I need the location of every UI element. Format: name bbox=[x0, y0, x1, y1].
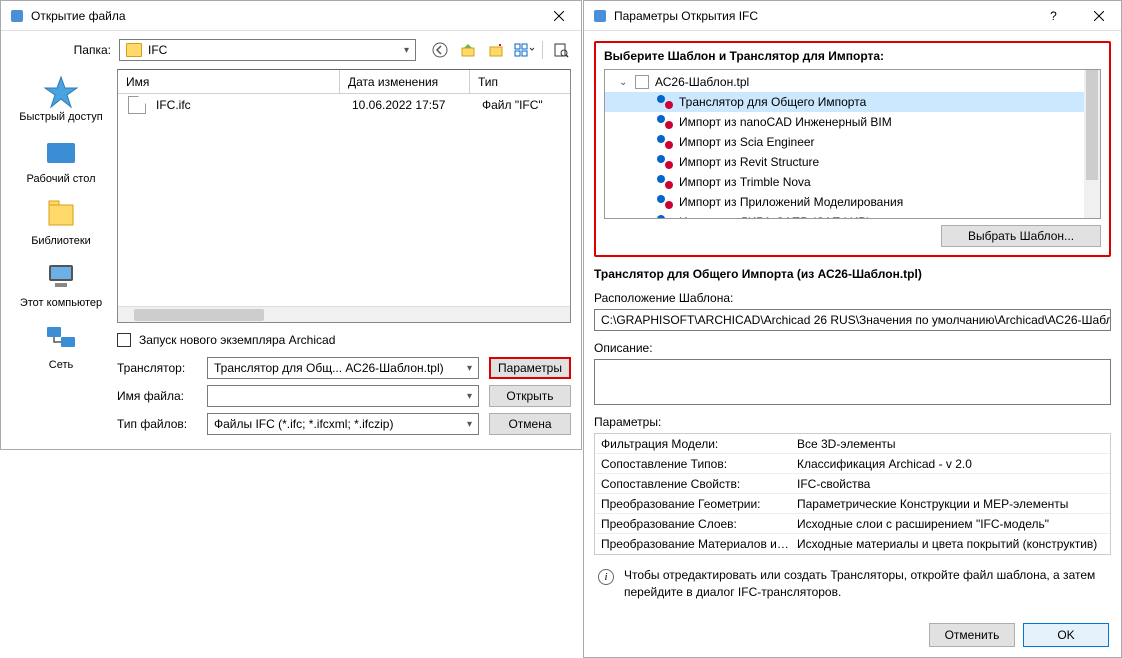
translator-dropdown[interactable]: Транслятор для Общ... АС26-Шаблон.tpl) ▾ bbox=[207, 357, 479, 379]
translator-icon bbox=[657, 115, 673, 129]
filetype-label: Тип файлов: bbox=[117, 417, 207, 431]
file-list-header: Имя Дата изменения Тип bbox=[118, 70, 570, 94]
place-desktop[interactable]: Рабочий стол bbox=[26, 135, 95, 185]
translator-icon bbox=[657, 95, 673, 109]
column-type[interactable]: Тип bbox=[470, 70, 570, 93]
translator-icon bbox=[657, 135, 673, 149]
titlebar: Параметры Открытия IFC ? bbox=[584, 1, 1121, 31]
parameters-button[interactable]: Параметры bbox=[489, 357, 571, 379]
file-open-dialog: Открытие файла Папка: IFC ▾ bbox=[0, 0, 582, 450]
close-icon[interactable] bbox=[536, 1, 581, 31]
template-location-label: Расположение Шаблона: bbox=[594, 291, 1111, 305]
filename-input[interactable]: ▾ bbox=[207, 385, 479, 407]
chevron-down-icon: ▾ bbox=[467, 419, 472, 430]
parameters-table: Фильтрация Модели: Все 3D-элементы Сопос… bbox=[594, 433, 1111, 555]
open-button[interactable]: Открыть bbox=[489, 385, 571, 407]
template-location-field[interactable]: C:\GRAPHISOFT\ARCHICAD\Archicad 26 RUS\З… bbox=[594, 309, 1111, 331]
places-sidebar: Быстрый доступ Рабочий стол Библиотеки Э… bbox=[11, 69, 111, 323]
param-row: Сопоставление Типов: Классификация Archi… bbox=[595, 454, 1110, 474]
param-row: Фильтрация Модели: Все 3D-элементы bbox=[595, 434, 1110, 454]
translator-item[interactable]: Импорт из Scia Engineer bbox=[605, 132, 1084, 152]
template-selector-group: Выберите Шаблон и Транслятор для Импорта… bbox=[594, 41, 1111, 257]
titlebar: Открытие файла bbox=[1, 1, 581, 31]
chevron-down-icon[interactable]: ⌄ bbox=[619, 77, 631, 88]
parameters-label: Параметры: bbox=[594, 415, 1111, 429]
translator-item[interactable]: Импорт из Приложений Моделирования bbox=[605, 192, 1084, 212]
translator-icon bbox=[657, 175, 673, 189]
param-row: Преобразование Слоев: Исходные слои с ра… bbox=[595, 514, 1110, 534]
folder-icon bbox=[126, 43, 142, 57]
info-text: Чтобы отредактировать или создать Трансл… bbox=[624, 567, 1111, 601]
place-quick-access[interactable]: Быстрый доступ bbox=[19, 73, 103, 123]
translator-item[interactable]: Импорт из Trimble Nova bbox=[605, 172, 1084, 192]
translator-label: Транслятор: bbox=[117, 361, 207, 375]
chevron-down-icon: ▾ bbox=[467, 391, 472, 402]
column-date[interactable]: Дата изменения bbox=[340, 70, 470, 93]
up-icon[interactable] bbox=[458, 40, 478, 60]
view-menu-icon[interactable] bbox=[514, 40, 534, 60]
folder-dropdown[interactable]: IFC ▾ bbox=[119, 39, 416, 61]
translator-item[interactable]: Импорт из Revit Structure bbox=[605, 152, 1084, 172]
close-icon[interactable] bbox=[1076, 1, 1121, 31]
column-name[interactable]: Имя bbox=[118, 70, 340, 93]
preview-icon[interactable] bbox=[551, 40, 571, 60]
place-libraries[interactable]: Библиотеки bbox=[31, 197, 91, 247]
back-icon[interactable] bbox=[430, 40, 450, 60]
param-row: Преобразование Материалов и П... Исходны… bbox=[595, 534, 1110, 554]
translator-item[interactable]: Транслятор для Общего Импорта bbox=[605, 92, 1084, 112]
filetype-dropdown[interactable]: Файлы IFC (*.ifc; *.ifcxml; *.ifczip) ▾ bbox=[207, 413, 479, 435]
current-translator-title: Транслятор для Общего Импорта (из АС26-Ш… bbox=[594, 267, 1111, 281]
info-icon: i bbox=[598, 569, 614, 585]
window-title: Открытие файла bbox=[31, 9, 536, 23]
translator-item[interactable]: Импорт из ЛИРА-САПР (САПФИР) bbox=[605, 212, 1084, 218]
new-folder-icon[interactable] bbox=[486, 40, 506, 60]
app-icon bbox=[592, 8, 608, 24]
ok-button[interactable]: OK bbox=[1023, 623, 1109, 647]
new-instance-checkbox[interactable] bbox=[117, 333, 131, 347]
file-row[interactable]: IFC.ifc 10.06.2022 17:57 Файл "IFC" bbox=[118, 94, 570, 116]
chevron-down-icon: ▾ bbox=[404, 45, 409, 56]
chevron-down-icon: ▾ bbox=[467, 363, 472, 374]
param-row: Сопоставление Свойств: IFC-свойства bbox=[595, 474, 1110, 494]
place-computer[interactable]: Этот компьютер bbox=[20, 259, 102, 309]
translator-item[interactable]: Импорт из nanoCAD Инженерный BIM bbox=[605, 112, 1084, 132]
select-template-button[interactable]: Выбрать Шаблон... bbox=[941, 225, 1101, 247]
folder-value: IFC bbox=[148, 43, 167, 57]
app-icon bbox=[9, 8, 25, 24]
place-network[interactable]: Сеть bbox=[41, 321, 81, 371]
translator-icon bbox=[657, 215, 673, 218]
translator-icon bbox=[657, 155, 673, 169]
vertical-scrollbar[interactable] bbox=[1084, 70, 1100, 218]
filename-label: Имя файла: bbox=[117, 389, 207, 403]
template-icon bbox=[635, 75, 649, 89]
file-icon bbox=[128, 96, 146, 114]
description-label: Описание: bbox=[594, 341, 1111, 355]
select-template-title: Выберите Шаблон и Транслятор для Импорта… bbox=[604, 49, 1101, 63]
file-list: Имя Дата изменения Тип IFC.ifc 10.06.202… bbox=[117, 69, 571, 323]
cancel-button[interactable]: Отмена bbox=[489, 413, 571, 435]
translator-tree: ⌄ АС26-Шаблон.tpl Транслятор для Общего … bbox=[604, 69, 1101, 219]
description-field[interactable] bbox=[594, 359, 1111, 405]
folder-label: Папка: bbox=[59, 43, 119, 57]
cancel-button[interactable]: Отменить bbox=[929, 623, 1015, 647]
window-title: Параметры Открытия IFC bbox=[614, 9, 1031, 23]
param-row: Преобразование Геометрии: Параметрически… bbox=[595, 494, 1110, 514]
template-root-node[interactable]: ⌄ АС26-Шаблон.tpl bbox=[605, 72, 1084, 92]
help-icon[interactable]: ? bbox=[1031, 1, 1076, 31]
new-instance-label: Запуск нового экземпляра Archicad bbox=[139, 333, 335, 347]
translator-icon bbox=[657, 195, 673, 209]
horizontal-scrollbar[interactable] bbox=[118, 306, 570, 322]
ifc-params-dialog: Параметры Открытия IFC ? Выберите Шаблон… bbox=[583, 0, 1122, 658]
